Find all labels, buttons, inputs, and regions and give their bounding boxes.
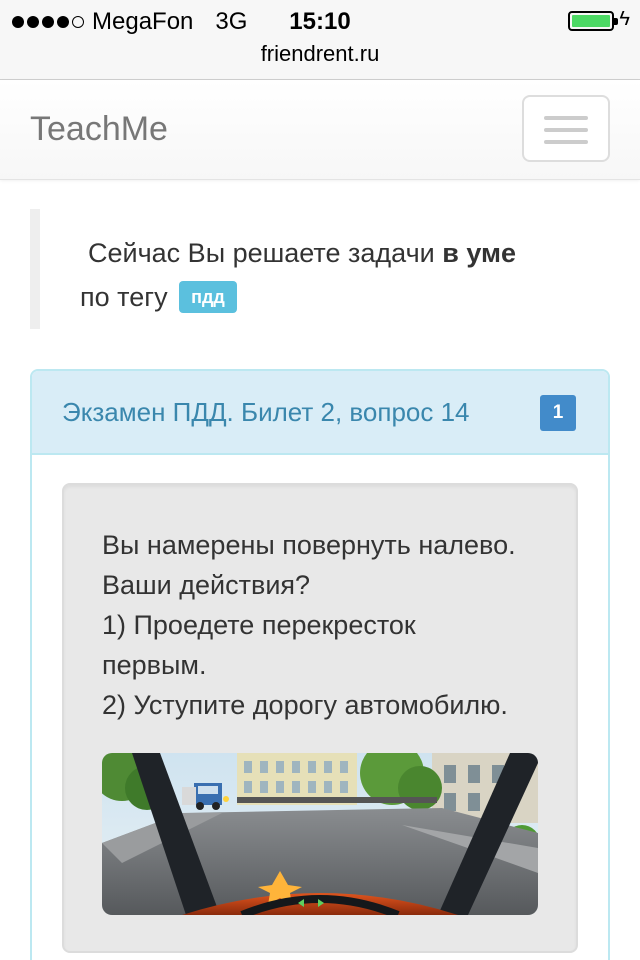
notice-text: Сейчас Вы решаете задачи <box>88 238 435 268</box>
question-line: Вы намерены повернуть налево. <box>102 530 516 560</box>
question-text: Вы намерены повернуть налево. Ваши дейст… <box>102 525 552 725</box>
question-line: 1) Проедете перекресток <box>102 610 416 640</box>
mode-notice: Сейчас Вы решаете задачи в уме по тегу п… <box>30 209 610 329</box>
notice-mode: в уме <box>442 238 516 268</box>
battery-level <box>572 15 610 27</box>
status-bar: MegaFon 3G 15:10 friendrent.ru ϟ <box>0 0 640 80</box>
menu-toggle-button[interactable] <box>522 95 610 162</box>
hamburger-icon <box>544 116 588 120</box>
question-badge: 1 <box>540 395 576 431</box>
question-card: Вы намерены повернуть налево. Ваши дейст… <box>62 483 578 953</box>
question-line: Ваши действия? <box>102 570 311 600</box>
question-panel: Экзамен ПДД. Билет 2, вопрос 14 1 Вы нам… <box>30 369 610 960</box>
panel-heading: Экзамен ПДД. Билет 2, вопрос 14 1 <box>32 371 608 455</box>
tag-label[interactable]: пдд <box>179 281 237 313</box>
question-image <box>102 753 538 915</box>
driving-scene-illustration <box>102 753 538 915</box>
navbar: TeachMe <box>0 80 640 180</box>
battery-icon <box>568 11 618 31</box>
brand-logo[interactable]: TeachMe <box>30 110 168 149</box>
question-title[interactable]: Экзамен ПДД. Билет 2, вопрос 14 <box>62 397 470 428</box>
clock: 15:10 <box>289 8 351 35</box>
battery-tip <box>614 18 618 25</box>
charging-icon: ϟ <box>619 8 630 30</box>
question-line: первым. <box>102 650 207 680</box>
notice-line-2: по тегу пдд <box>80 275 610 319</box>
question-line: 2) Уступите дорогу автомобилю. <box>102 690 508 720</box>
address-url[interactable]: friendrent.ru <box>0 41 640 67</box>
notice-tag-prefix: по тегу <box>80 282 168 312</box>
hamburger-icon <box>544 128 588 132</box>
hamburger-icon <box>544 140 588 144</box>
notice-line-1: Сейчас Вы решаете задачи в уме <box>80 231 610 275</box>
